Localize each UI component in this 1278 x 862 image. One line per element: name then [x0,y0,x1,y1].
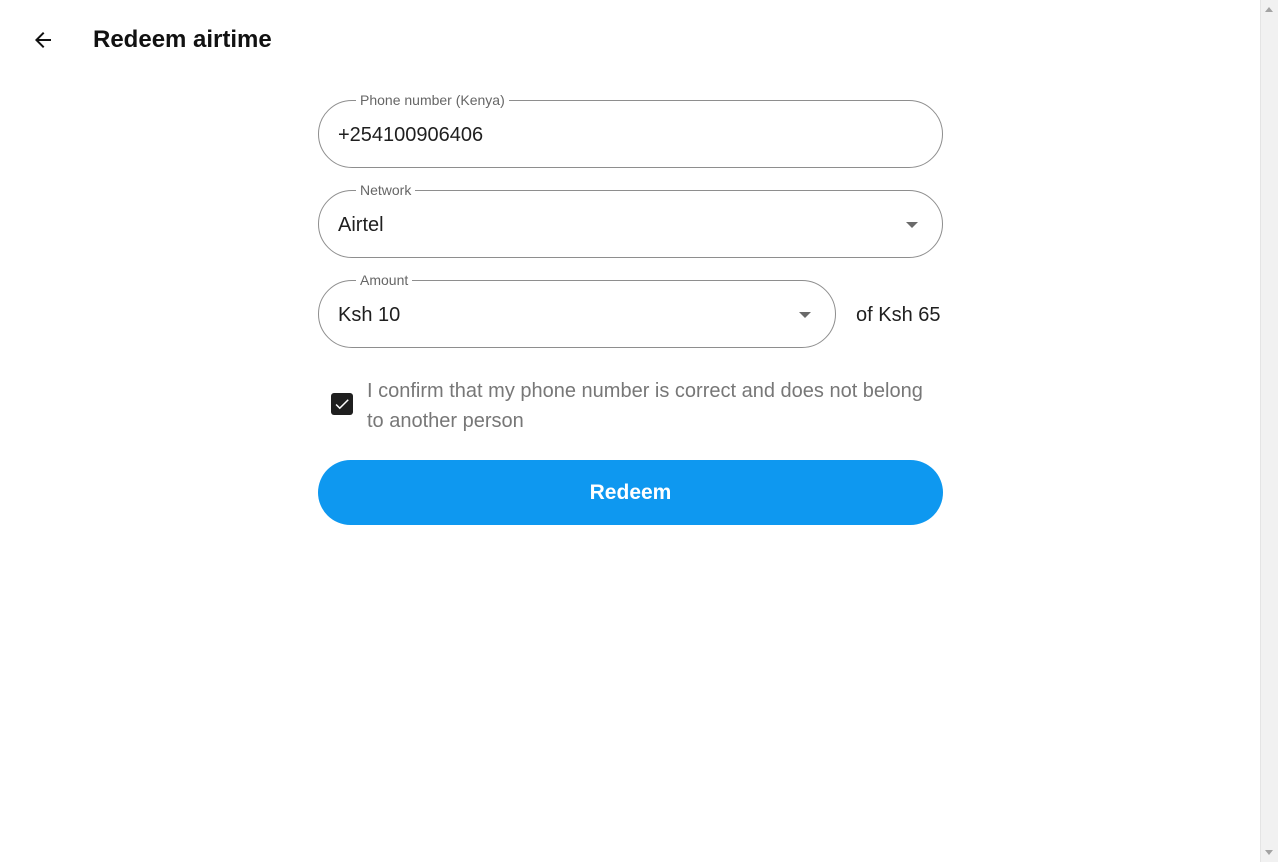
amount-balance: of Ksh 65 [856,304,941,326]
phone-number-label: Phone number (Kenya) [356,91,509,109]
chevron-down-icon [799,312,811,318]
amount-value: Ksh 10 [338,304,401,326]
amount-select[interactable]: Amount Ksh 10 [318,271,836,348]
arrow-left-icon [35,32,51,48]
vertical-scrollbar[interactable] [1260,0,1278,862]
amount-label: Amount [356,271,413,289]
network-value: Airtel [338,214,384,236]
checkmark-icon [335,399,349,410]
phone-number-field[interactable]: Phone number (Kenya) +254100906406 [318,91,943,168]
redeem-button[interactable]: Redeem [318,460,943,525]
back-button[interactable] [26,24,60,56]
page-title: Redeem airtime [93,26,272,53]
network-select[interactable]: Network Airtel [318,181,943,258]
network-label: Network [356,181,416,199]
redeem-airtime-page: Redeem airtime Phone number (Kenya) +254… [0,0,1260,862]
scroll-down-icon[interactable] [1265,850,1273,855]
confirm-text: I confirm that my phone number is correc… [367,380,923,432]
scroll-up-icon[interactable] [1265,7,1273,12]
phone-number-value[interactable]: +254100906406 [338,123,483,147]
chevron-down-icon [906,222,918,228]
confirm-checkbox[interactable] [331,393,353,415]
